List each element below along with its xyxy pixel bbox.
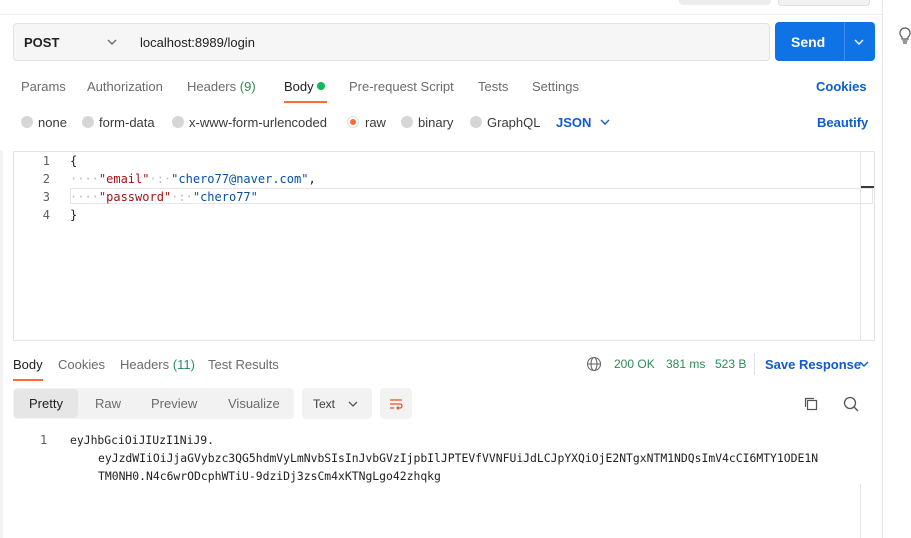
editor-scrollbar[interactable]: [860, 152, 861, 340]
view-visualize[interactable]: Visualize: [228, 396, 280, 411]
radio-raw[interactable]: [347, 116, 359, 128]
divider: [754, 353, 755, 375]
divider: [0, 14, 883, 15]
separator-dots: ·:·: [149, 172, 172, 186]
tab-pre-request-script[interactable]: Pre-request Script: [349, 79, 454, 94]
active-tab-underline: [13, 379, 43, 381]
status-code[interactable]: 200 OK: [614, 357, 655, 371]
chevron-down-icon: [107, 39, 117, 45]
lightbulb-icon[interactable]: [896, 26, 911, 46]
response-tab-test-results[interactable]: Test Results: [208, 357, 279, 372]
json-comma: ,: [308, 172, 316, 186]
indent-dots: ····: [70, 190, 99, 204]
url-value: localhost:8989/login: [140, 35, 255, 50]
response-body-line: eyJhbGciOiJIUzI1NiJ9.: [70, 433, 215, 447]
search-icon[interactable]: [842, 395, 860, 413]
response-body-line: TM0NH0.N4c6wrODcphWTiU-9dziDj3zsCm4xKTNg…: [98, 469, 441, 483]
tab-headers[interactable]: Headers (9): [187, 79, 256, 94]
line-number: 1: [40, 433, 48, 447]
left-edge: [0, 150, 3, 538]
chevron-down-icon[interactable]: [858, 358, 870, 370]
response-size[interactable]: 523 B: [715, 357, 746, 371]
line-number: 1: [42, 154, 50, 168]
cookies-link[interactable]: Cookies: [816, 79, 867, 94]
json-value: "chero77": [192, 190, 258, 204]
response-scrollbar[interactable]: [860, 484, 861, 538]
chevron-down-icon[interactable]: [852, 36, 866, 48]
response-time[interactable]: 381 ms: [666, 357, 705, 371]
beautify-link[interactable]: Beautify: [817, 115, 868, 130]
chevron-down-icon: [348, 401, 358, 407]
view-pretty[interactable]: Pretty: [29, 396, 63, 411]
top-toolbar-pill-2[interactable]: [778, 0, 870, 6]
line-number: 3: [42, 190, 50, 204]
tab-headers-count: (9): [239, 79, 256, 94]
right-panel-divider: [882, 0, 883, 538]
indent-dots: ····: [70, 172, 99, 186]
chevron-down-icon[interactable]: [599, 116, 611, 128]
view-preview[interactable]: Preview: [151, 396, 197, 411]
body-indicator-dot: [317, 82, 325, 90]
top-toolbar-pill[interactable]: [679, 0, 771, 5]
response-tab-body[interactable]: Body: [13, 357, 43, 372]
response-tab-cookies[interactable]: Cookies: [58, 357, 105, 372]
copy-icon[interactable]: [803, 396, 819, 412]
response-body-line: eyJzdWIiOiJjaGVybzc3QG5hdmVyLmNvbSIsInJv…: [98, 451, 819, 465]
radio-raw-label: raw: [365, 115, 386, 130]
radio-none-label: none: [38, 115, 67, 130]
format-select[interactable]: JSON: [556, 115, 591, 130]
radio-none[interactable]: [21, 116, 33, 128]
separator-dots: ·:·: [171, 190, 193, 204]
response-format-label: Text: [313, 397, 336, 411]
radio-form-data[interactable]: [82, 116, 94, 128]
radio-urlencoded[interactable]: [172, 116, 184, 128]
tab-tests[interactable]: Tests: [478, 79, 508, 94]
response-tab-headers[interactable]: Headers (11): [120, 357, 195, 372]
send-split-divider: [844, 22, 845, 61]
send-label: Send: [791, 34, 826, 50]
json-value: "chero77@naver.com": [171, 172, 309, 186]
save-response-button[interactable]: Save Response: [765, 357, 861, 372]
response-tab-headers-label: Headers: [120, 357, 170, 372]
line-number: 4: [42, 208, 50, 222]
json-key: "email": [98, 172, 150, 186]
radio-binary-label: binary: [418, 115, 454, 130]
code-line: }: [70, 208, 78, 222]
tab-settings[interactable]: Settings: [532, 79, 579, 94]
globe-icon[interactable]: [586, 356, 602, 372]
radio-urlencoded-label: x-www-form-urlencoded: [189, 115, 327, 130]
radio-binary[interactable]: [401, 116, 413, 128]
radio-graphql-label: GraphQL: [487, 115, 541, 130]
tab-authorization[interactable]: Authorization: [87, 79, 163, 94]
method-label: POST: [24, 35, 60, 50]
tab-params[interactable]: Params: [21, 79, 66, 94]
code-line: ····"password"·:·"chero77": [70, 190, 258, 204]
response-tab-headers-count: (11): [172, 357, 195, 372]
code-line: {: [70, 154, 78, 168]
tab-body[interactable]: Body: [284, 79, 314, 94]
view-raw[interactable]: Raw: [95, 396, 121, 411]
wrap-icon: [390, 399, 403, 410]
tab-headers-label: Headers: [187, 79, 237, 94]
radio-form-data-label: form-data: [99, 115, 155, 130]
code-line: ····"email"·:·"chero77@naver.com",: [70, 172, 316, 186]
json-key: "password": [98, 190, 172, 204]
active-tab-underline: [284, 101, 327, 103]
radio-graphql[interactable]: [470, 116, 482, 128]
wrap-lines-button[interactable]: [380, 388, 412, 419]
scrollbar-marker: [861, 186, 874, 188]
line-number: 2: [42, 172, 50, 186]
